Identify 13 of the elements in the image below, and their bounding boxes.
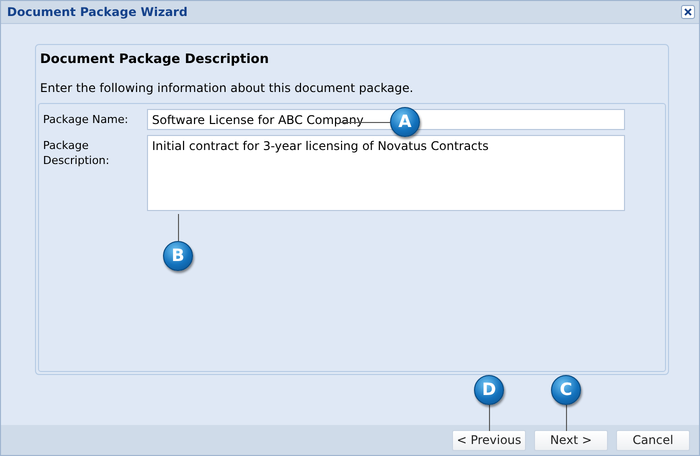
- callout-marker: D: [474, 375, 504, 405]
- instruction-text: Enter the following information about this document package.: [40, 81, 414, 95]
- callout-marker: C: [551, 375, 581, 405]
- window-title: Document Package Wizard: [7, 5, 188, 19]
- field-label: Package Name:: [43, 112, 130, 128]
- cancel-button[interactable]: Cancel: [616, 430, 690, 450]
- previous-button[interactable]: < Previous: [452, 430, 526, 450]
- callout-marker: A: [390, 107, 420, 137]
- section-heading: Document Package Description: [40, 52, 270, 67]
- next-button[interactable]: Next >: [534, 430, 608, 450]
- description-field[interactable]: Initial contract for 3-year licensing of Novatus Contracts: [147, 135, 625, 211]
- field-label: Package Description:: [43, 138, 110, 169]
- callout-marker: B: [163, 241, 193, 271]
